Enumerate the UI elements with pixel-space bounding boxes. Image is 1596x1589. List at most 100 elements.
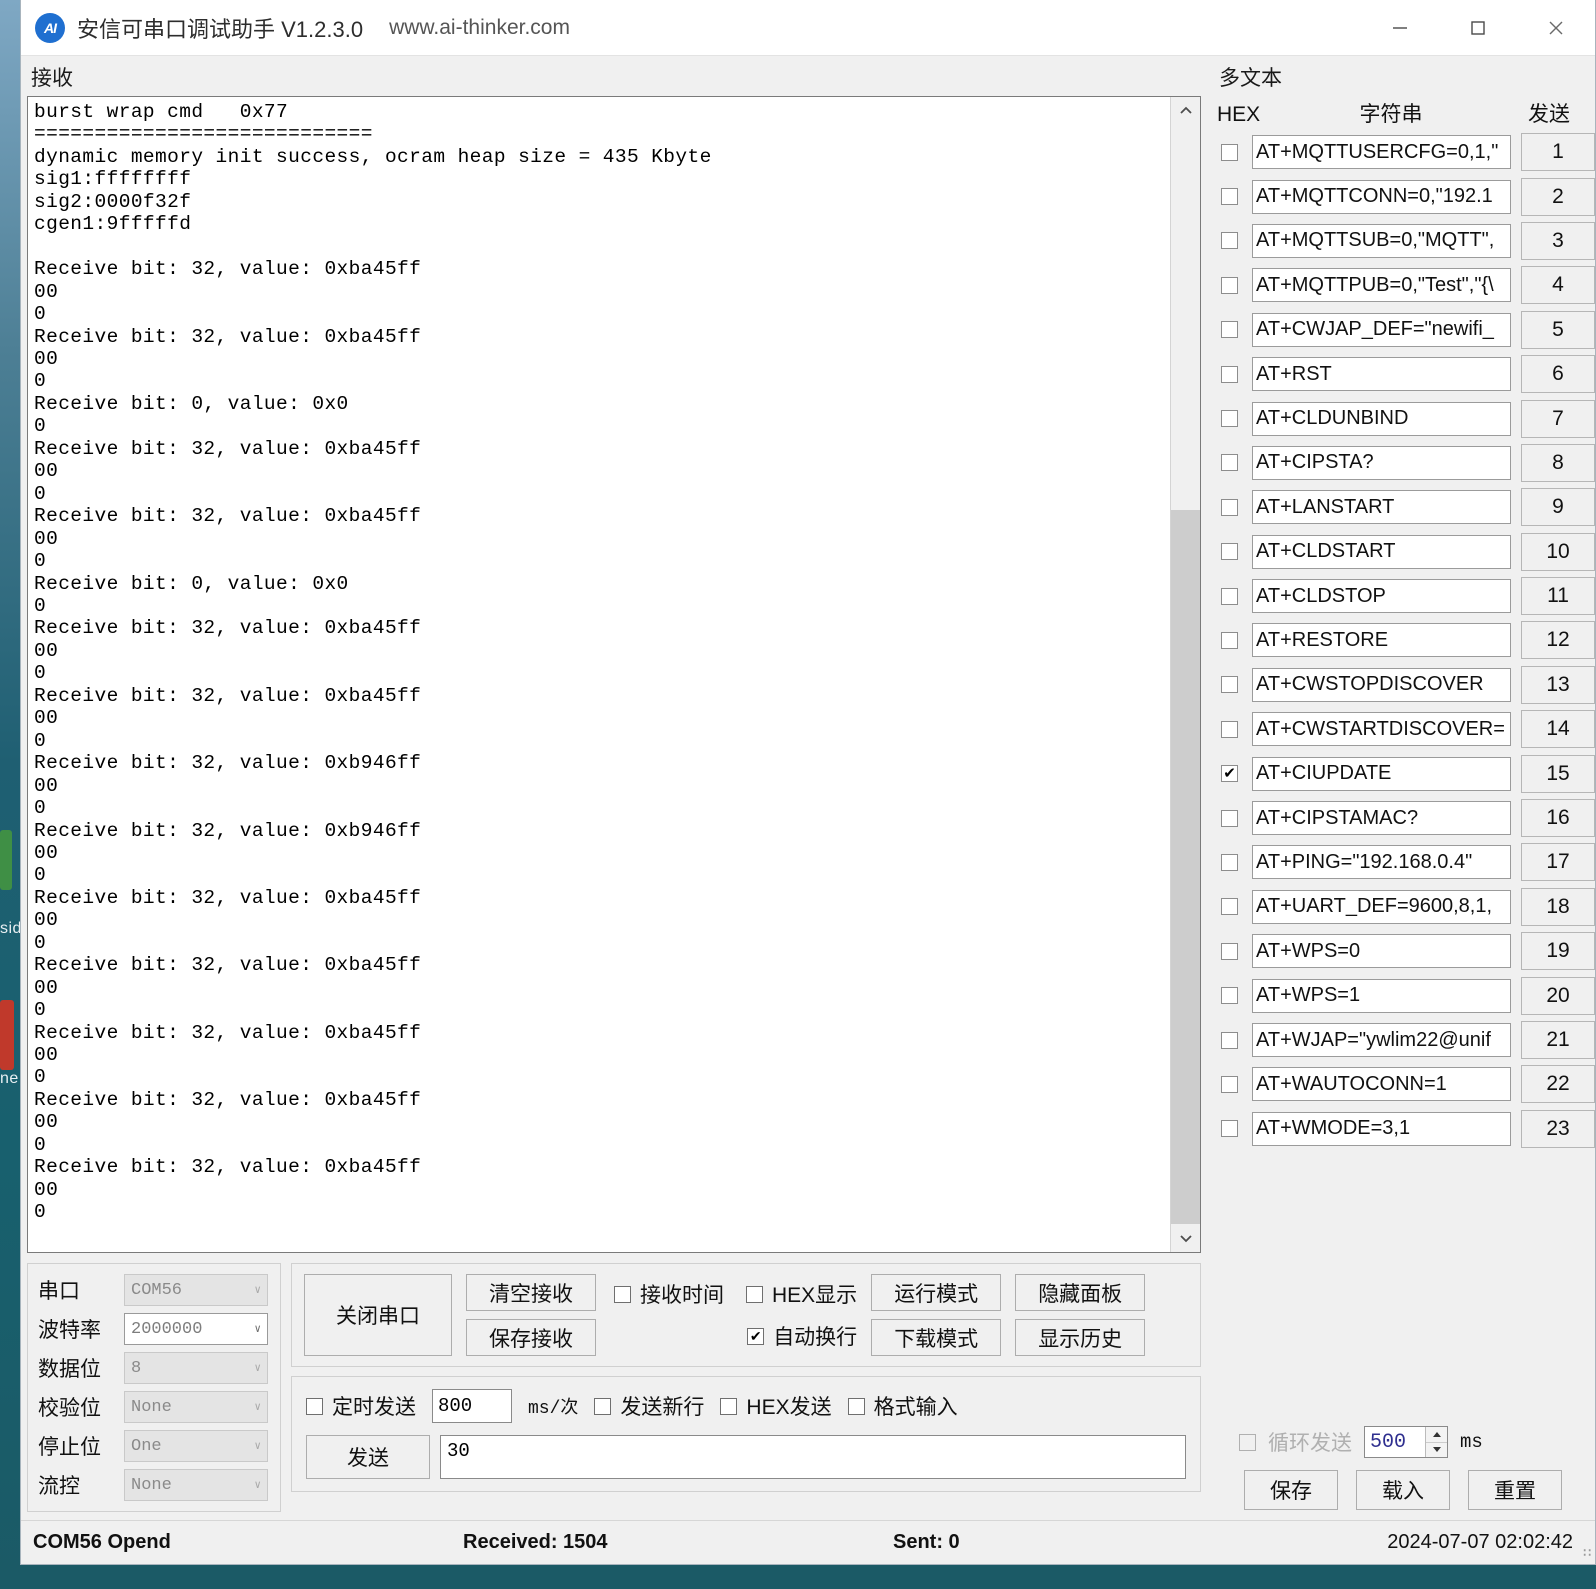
hex-checkbox-icon[interactable] bbox=[1221, 498, 1238, 516]
send-command-button[interactable]: 23 bbox=[1521, 1109, 1595, 1148]
command-input[interactable]: AT+CWJAP_DEF="newifi_ bbox=[1252, 312, 1511, 347]
command-input[interactable]: AT+CLDSTOP bbox=[1252, 579, 1511, 614]
baudrate-select[interactable]: 2000000 ∨ bbox=[124, 1313, 268, 1345]
reset-button[interactable]: 重置 bbox=[1468, 1470, 1562, 1510]
send-command-button[interactable]: 8 bbox=[1521, 443, 1595, 482]
hex-checkbox-icon[interactable] bbox=[1221, 898, 1238, 916]
spinner-up-icon[interactable] bbox=[1426, 1427, 1447, 1443]
receive-textarea[interactable]: burst wrap cmd 0x77 ====================… bbox=[28, 97, 1170, 1252]
command-input[interactable]: AT+LANSTART bbox=[1252, 490, 1511, 525]
hex-checkbox-icon[interactable] bbox=[1221, 1075, 1238, 1093]
save-receive-button[interactable]: 保存接收 bbox=[466, 1319, 596, 1356]
hex-checkbox-icon[interactable] bbox=[1221, 720, 1238, 738]
hex-checkbox-icon[interactable] bbox=[1221, 942, 1238, 960]
stopbits-select[interactable]: One ∨ bbox=[124, 1430, 268, 1462]
port-select[interactable]: COM56 ∨ bbox=[124, 1274, 268, 1306]
send-command-button[interactable]: 4 bbox=[1521, 266, 1595, 305]
maximize-icon[interactable] bbox=[1439, 0, 1517, 55]
command-input[interactable]: AT+MQTTSUB=0,"MQTT", bbox=[1252, 223, 1511, 258]
command-input[interactable]: AT+WAUTOCONN=1 bbox=[1252, 1067, 1511, 1102]
scroll-down-icon[interactable] bbox=[1171, 1224, 1200, 1252]
command-input[interactable]: AT+CWSTARTDISCOVER= bbox=[1252, 712, 1511, 747]
send-command-button[interactable]: 10 bbox=[1521, 532, 1595, 571]
close-icon[interactable] bbox=[1517, 0, 1595, 55]
send-command-button[interactable]: 20 bbox=[1521, 976, 1595, 1015]
command-input[interactable]: AT+RST bbox=[1252, 357, 1511, 392]
send-command-button[interactable]: 11 bbox=[1521, 577, 1595, 616]
hex-checkbox-icon[interactable] bbox=[1221, 987, 1238, 1005]
command-input[interactable]: AT+PING="192.168.0.4" bbox=[1252, 845, 1511, 880]
load-button[interactable]: 载入 bbox=[1356, 1470, 1450, 1510]
command-input[interactable]: AT+WPS=0 bbox=[1252, 934, 1511, 969]
hex-checkbox-icon[interactable] bbox=[1221, 853, 1238, 871]
send-newline-checkbox[interactable]: 发送新行 bbox=[594, 1391, 704, 1421]
command-input[interactable]: AT+MQTTCONN=0,"192.1 bbox=[1252, 179, 1511, 214]
send-command-button[interactable]: 2 bbox=[1521, 177, 1595, 216]
hex-checkbox-icon[interactable] bbox=[1221, 809, 1238, 827]
minimize-icon[interactable] bbox=[1361, 0, 1439, 55]
hex-checkbox-icon[interactable] bbox=[1221, 321, 1238, 339]
close-serial-button[interactable]: 关闭串口 bbox=[304, 1274, 452, 1356]
loop-interval-spinner[interactable]: 500 bbox=[1364, 1426, 1448, 1458]
send-text-input[interactable]: 30 bbox=[440, 1435, 1186, 1479]
hex-checkbox-icon[interactable] bbox=[1221, 410, 1238, 428]
hex-checkbox-icon[interactable] bbox=[1221, 143, 1238, 161]
hex-checkbox-icon[interactable] bbox=[1221, 631, 1238, 649]
command-input[interactable]: AT+CIPSTAMAC? bbox=[1252, 801, 1511, 836]
command-input[interactable]: AT+WMODE=3,1 bbox=[1252, 1111, 1511, 1146]
hex-checkbox-icon[interactable] bbox=[1221, 676, 1238, 694]
send-command-button[interactable]: 6 bbox=[1521, 355, 1595, 394]
command-input[interactable]: AT+WPS=1 bbox=[1252, 978, 1511, 1013]
hex-checkbox-icon[interactable] bbox=[1221, 454, 1238, 472]
send-command-button[interactable]: 14 bbox=[1521, 710, 1595, 749]
clear-receive-button[interactable]: 清空接收 bbox=[466, 1274, 596, 1311]
send-command-button[interactable]: 9 bbox=[1521, 488, 1595, 527]
command-input[interactable]: AT+CWSTOPDISCOVER bbox=[1252, 667, 1511, 702]
flowcontrol-select[interactable]: None ∨ bbox=[124, 1469, 268, 1501]
send-command-button[interactable]: 15 bbox=[1521, 754, 1595, 793]
parity-select[interactable]: None ∨ bbox=[124, 1391, 268, 1423]
hide-panel-button[interactable]: 隐藏面板 bbox=[1015, 1274, 1146, 1311]
command-input[interactable]: AT+CIPSTA? bbox=[1252, 445, 1511, 480]
hex-checkbox-icon[interactable] bbox=[1221, 587, 1238, 605]
command-input[interactable]: AT+MQTTUSERCFG=0,1," bbox=[1252, 135, 1511, 170]
send-command-button[interactable]: 7 bbox=[1521, 399, 1595, 438]
send-command-button[interactable]: 21 bbox=[1521, 1021, 1595, 1059]
hex-checkbox-checked-icon[interactable]: ✔ bbox=[1221, 765, 1238, 783]
hex-send-checkbox[interactable]: HEX发送 bbox=[720, 1391, 832, 1421]
send-button[interactable]: 发送 bbox=[306, 1435, 430, 1479]
format-input-checkbox[interactable]: 格式输入 bbox=[847, 1391, 958, 1421]
hex-checkbox-icon[interactable] bbox=[1221, 232, 1238, 250]
send-command-button[interactable]: 22 bbox=[1521, 1065, 1595, 1104]
show-history-button[interactable]: 显示历史 bbox=[1015, 1319, 1146, 1356]
send-command-button[interactable]: 17 bbox=[1521, 843, 1595, 882]
command-input[interactable]: AT+UART_DEF=9600,8,1, bbox=[1252, 889, 1511, 924]
databits-select[interactable]: 8 ∨ bbox=[124, 1352, 268, 1384]
download-mode-button[interactable]: 下载模式 bbox=[871, 1319, 1002, 1356]
send-command-button[interactable]: 18 bbox=[1521, 887, 1595, 926]
hex-checkbox-icon[interactable] bbox=[1221, 365, 1238, 383]
timed-send-checkbox[interactable]: 定时发送 bbox=[306, 1391, 416, 1421]
resize-grip-icon[interactable]: ∷ bbox=[1583, 1546, 1591, 1560]
scroll-thumb[interactable] bbox=[1171, 510, 1200, 1224]
send-command-button[interactable]: 12 bbox=[1521, 621, 1595, 660]
send-command-button[interactable]: 19 bbox=[1521, 932, 1595, 971]
run-mode-button[interactable]: 运行模式 bbox=[871, 1274, 1002, 1311]
send-command-button[interactable]: 5 bbox=[1521, 310, 1595, 349]
command-input[interactable]: AT+RESTORE bbox=[1252, 623, 1511, 658]
hex-checkbox-icon[interactable] bbox=[1221, 543, 1238, 561]
recv-time-checkbox[interactable]: 接收时间 bbox=[614, 1279, 724, 1309]
hex-checkbox-icon[interactable] bbox=[1221, 188, 1238, 206]
hex-display-checkbox[interactable]: HEX显示 bbox=[746, 1279, 857, 1309]
hex-checkbox-icon[interactable] bbox=[1221, 1031, 1238, 1049]
send-command-button[interactable]: 13 bbox=[1521, 665, 1595, 704]
command-input[interactable]: AT+CLDUNBIND bbox=[1252, 401, 1511, 436]
auto-wrap-checkbox[interactable]: ✔ 自动换行 bbox=[747, 1321, 857, 1351]
send-interval-input[interactable]: 800 bbox=[432, 1389, 512, 1423]
send-command-button[interactable]: 3 bbox=[1521, 221, 1595, 260]
hex-checkbox-icon[interactable] bbox=[1221, 1120, 1238, 1138]
loop-send-checkbox[interactable] bbox=[1239, 1433, 1256, 1451]
hex-checkbox-icon[interactable] bbox=[1221, 276, 1238, 294]
save-button[interactable]: 保存 bbox=[1244, 1470, 1338, 1510]
send-command-button[interactable]: 1 bbox=[1521, 133, 1595, 172]
